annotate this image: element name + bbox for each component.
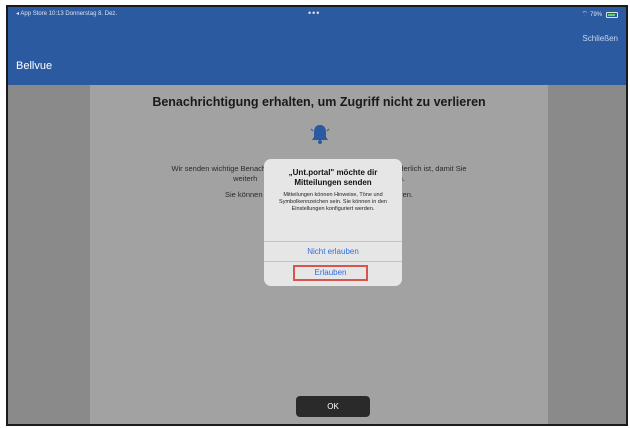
status-bar: ◂ App Store 10:13 Donnerstag 8. Dez. •••…	[8, 7, 626, 21]
page-headline: Benachrichtigung erhalten, um Zugriff ni…	[152, 95, 486, 109]
screenshot-frame: ◂ App Store 10:13 Donnerstag 8. Dez. •••…	[6, 5, 628, 426]
app-header: ◂ App Store 10:13 Donnerstag 8. Dez. •••…	[8, 7, 626, 85]
status-bar-left: ◂ App Store 10:13 Donnerstag 8. Dez.	[16, 11, 118, 17]
dialog-divider	[264, 241, 402, 242]
app-title: Bellvue	[16, 60, 53, 72]
dialog-divider	[264, 261, 402, 262]
battery-percent: 79%	[589, 11, 602, 18]
notification-panel: Benachrichtigung erhalten, um Zugriff ni…	[90, 85, 548, 424]
battery-icon	[606, 11, 618, 18]
deny-button[interactable]: Nicht erlauben	[264, 247, 402, 256]
multitask-dots[interactable]: •••	[308, 8, 320, 18]
bell-icon	[310, 125, 330, 144]
allow-button[interactable]: Erlauben	[293, 265, 368, 281]
wifi-icon: ⌔	[581, 11, 588, 18]
permission-dialog: „Unt.portal" möchte dir Mitteilungen sen…	[264, 159, 402, 286]
dialog-title: „Unt.portal" möchte dir Mitteilungen sen…	[288, 168, 378, 187]
dialog-message: Mitteilungen können Hinweise, Töne und S…	[279, 192, 387, 212]
close-button[interactable]: Schließen	[582, 34, 618, 43]
content-area: Benachrichtigung erhalten, um Zugriff ni…	[8, 85, 626, 424]
status-bar-right: ⌔ 79%	[581, 10, 618, 19]
ok-button[interactable]: OK	[296, 396, 370, 417]
